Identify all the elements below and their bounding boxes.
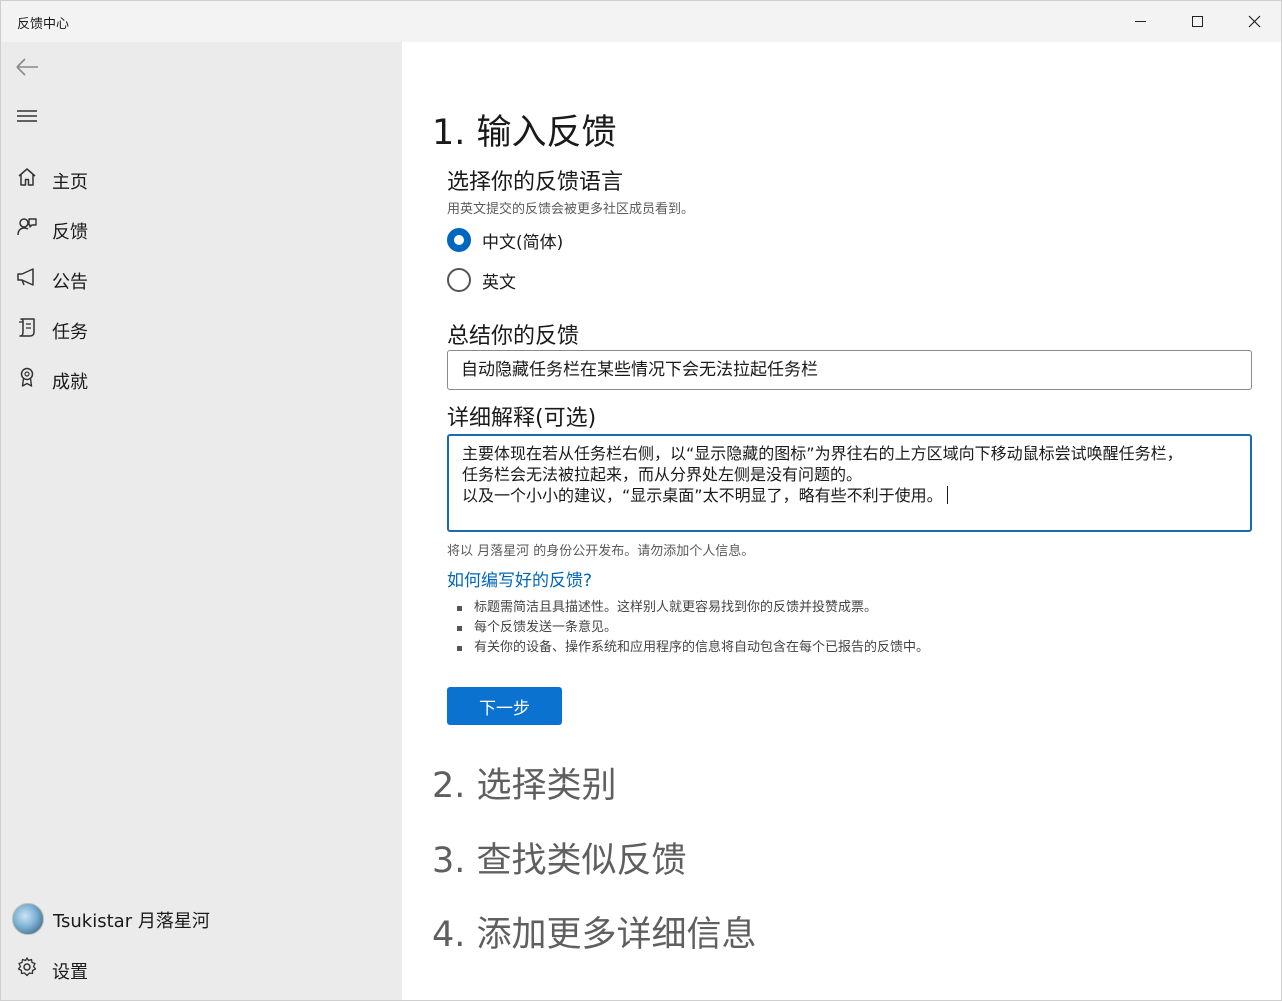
back-arrow-icon [16, 58, 38, 76]
summary-label: 总结你的反馈 [447, 324, 580, 349]
details-label: 详细解释(可选) [447, 406, 597, 431]
radio-label: 中文(简体) [482, 232, 564, 253]
megaphone-icon [17, 268, 34, 286]
sidebar-item-label: 任务 [52, 322, 88, 343]
next-button[interactable]: 下一步 [447, 687, 562, 725]
sidebar-item-feedback[interactable]: 反馈 [1, 206, 402, 250]
user-name: Tsukistar 月落星河 [53, 911, 210, 932]
text-caret [946, 486, 948, 504]
list-item: 每个反馈发送一条意见。 [454, 618, 929, 638]
details-line: 主要体现在若从任务栏右侧，以“显示隐藏的图标”为界往右的上方区域向下移动鼠标尝试… [462, 444, 1183, 463]
language-hint: 用英文提交的反馈会被更多社区成员看到。 [447, 202, 695, 217]
sidebar-item-home[interactable]: 主页 [1, 156, 402, 200]
user-profile-button[interactable]: Tsukistar 月落星河 [1, 895, 402, 939]
list-item: 有关你的设备、操作系统和应用程序的信息将自动包含在每个已报告的反馈中。 [454, 638, 929, 658]
title-bar: 反馈中心 [1, 1, 1281, 42]
language-label: 选择你的反馈语言 [447, 170, 624, 195]
main-content: 1. 输入反馈 选择你的反馈语言 用英文提交的反馈会被更多社区成员看到。 中文(… [402, 42, 1281, 1000]
gear-icon [17, 957, 37, 977]
details-line: 以及一个小小的建议，“显示桌面”太不明显了，略有些不利于使用。 [462, 486, 943, 505]
back-button[interactable] [13, 54, 43, 80]
tips-list: 标题需简洁且具描述性。这样别人就更容易找到你的反馈并投赞成票。 每个反馈发送一条… [454, 598, 929, 658]
details-line: 任务栏会无法被拉起来，而从分界处左侧是没有问题的。 [462, 465, 863, 484]
step4-title[interactable]: 4. 添加更多详细信息 [432, 906, 757, 957]
quest-icon [19, 318, 35, 337]
language-option-english[interactable]: 英文 [447, 267, 516, 293]
sidebar-item-label: 反馈 [52, 222, 88, 243]
achievement-icon [20, 367, 34, 387]
feedback-hub-window: 反馈中心 主页 反馈 公告 任务 成就 Tsukistar 月落星河 设置 1.… [0, 0, 1282, 1001]
sidebar: 主页 反馈 公告 任务 成就 Tsukistar 月落星河 设置 [1, 42, 402, 1000]
public-post-note: 将以 月落星河 的身份公开发布。请勿添加个人信息。 [447, 544, 755, 559]
close-button[interactable] [1225, 1, 1281, 42]
language-option-chinese[interactable]: 中文(简体) [447, 227, 563, 253]
sidebar-item-announcements[interactable]: 公告 [1, 256, 402, 300]
close-icon [1248, 15, 1260, 28]
sidebar-item-label: 主页 [52, 172, 88, 193]
summary-input[interactable]: 自动隐藏任务栏在某些情况下会无法拉起任务栏 [447, 350, 1252, 390]
radio-label: 英文 [482, 272, 516, 293]
minimize-icon [1134, 21, 1146, 22]
sidebar-item-label: 设置 [52, 962, 88, 983]
hamburger-icon [17, 110, 37, 122]
sidebar-item-settings[interactable]: 设置 [1, 946, 402, 990]
minimize-button[interactable] [1111, 1, 1169, 42]
radio-button[interactable] [447, 268, 471, 292]
sidebar-item-achievements[interactable]: 成就 [1, 356, 402, 400]
window-title: 反馈中心 [17, 17, 70, 32]
feedback-icon [17, 218, 37, 236]
home-icon [18, 168, 36, 186]
list-item: 标题需简洁且具描述性。这样别人就更容易找到你的反馈并投赞成票。 [454, 598, 929, 618]
sidebar-item-quests[interactable]: 任务 [1, 306, 402, 350]
details-textarea[interactable]: 主要体现在若从任务栏右侧，以“显示隐藏的图标”为界往右的上方区域向下移动鼠标尝试… [447, 434, 1252, 532]
maximize-icon [1191, 16, 1203, 27]
sidebar-item-label: 成就 [52, 372, 88, 393]
step2-title[interactable]: 2. 选择类别 [432, 757, 617, 808]
maximize-button[interactable] [1168, 1, 1226, 42]
step3-title[interactable]: 3. 查找类似反馈 [432, 832, 687, 883]
howto-feedback-link[interactable]: 如何编写好的反馈? [447, 566, 592, 591]
menu-button[interactable] [15, 104, 41, 128]
avatar [12, 903, 44, 935]
sidebar-item-label: 公告 [52, 272, 88, 293]
radio-button[interactable] [447, 228, 471, 252]
step1-title: 1. 输入反馈 [432, 113, 617, 153]
